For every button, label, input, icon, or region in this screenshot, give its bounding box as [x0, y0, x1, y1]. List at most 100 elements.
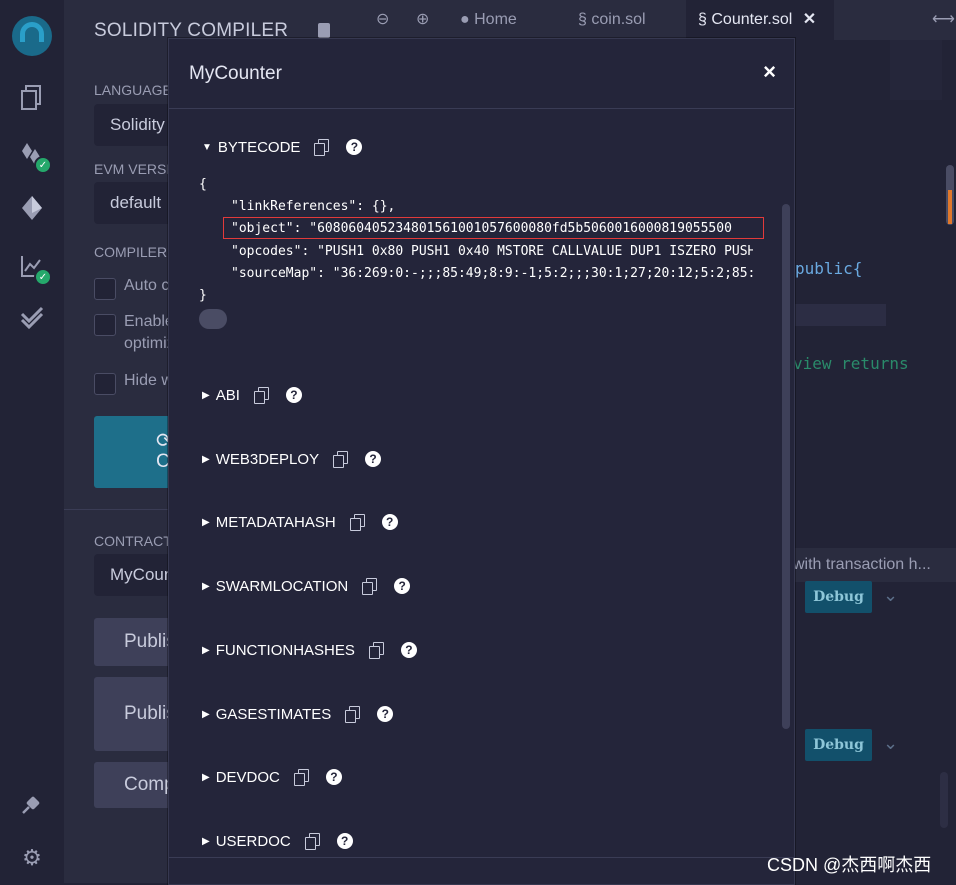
help-icon[interactable]: ?: [377, 706, 394, 722]
section-bytecode[interactable]: ▼ BYTECODE ?: [202, 134, 363, 160]
check-icon: ✓: [34, 268, 52, 286]
code-view-returns: view returns: [793, 354, 909, 373]
zoom-in-icon[interactable]: ⊕: [416, 0, 429, 40]
check-icon: ✓: [34, 156, 52, 174]
copy-icon[interactable]: [253, 387, 269, 404]
tab-home[interactable]: ● Home: [460, 0, 517, 40]
test-double-check-icon[interactable]: [18, 304, 46, 332]
copy-icon[interactable]: [333, 451, 349, 468]
section-label: WEB3DEPLOY: [215, 450, 320, 468]
section-label: USERDOC: [215, 832, 291, 850]
copy-icon[interactable]: [304, 833, 320, 850]
tab-coin[interactable]: § coin.sol: [578, 0, 646, 40]
code-line-highlight: [793, 304, 886, 326]
section-label: METADATAHASH: [215, 513, 336, 531]
copy-icon[interactable]: [349, 514, 365, 531]
section-gasestimates[interactable]: ▶ GASESTIMATES ?: [202, 701, 394, 727]
icon-rail: ✓ ✓ ⚙: [0, 0, 65, 883]
caret-right-icon: ▶: [202, 516, 210, 528]
caret-right-icon: ▶: [202, 835, 210, 847]
copy-icon[interactable]: [368, 642, 384, 659]
bytecode-json-close: }: [199, 288, 207, 303]
json-collapse-toggle[interactable]: [199, 309, 227, 329]
section-label: BYTECODE: [217, 138, 301, 156]
bytecode-json-open: {: [199, 177, 207, 192]
close-icon[interactable]: ×: [763, 59, 776, 85]
object-highlight-box: [223, 217, 764, 239]
optimization-checkbox[interactable]: [94, 314, 116, 336]
help-icon[interactable]: ?: [400, 642, 417, 658]
terminal-scrollbar[interactable]: [940, 772, 948, 828]
help-icon[interactable]: ?: [285, 387, 302, 403]
compiler-config-label: COMPILER: [94, 244, 168, 260]
section-label: FUNCTIONHASHES: [215, 641, 355, 659]
settings-gear-icon[interactable]: ⚙: [18, 844, 46, 872]
solidity-compiler-icon[interactable]: ✓: [18, 140, 52, 174]
solidity-file-icon: §: [578, 11, 587, 28]
section-userdoc[interactable]: ▶ USERDOC ?: [202, 828, 353, 854]
zoom-out-icon[interactable]: ⊖: [376, 0, 389, 40]
section-label: ABI: [215, 386, 240, 404]
analysis-icon[interactable]: ✓: [18, 252, 52, 286]
help-icon[interactable]: ?: [394, 578, 411, 594]
debug-button[interactable]: Debug: [805, 729, 872, 761]
file-explorer-icon[interactable]: [18, 84, 46, 112]
copy-icon[interactable]: [362, 578, 378, 595]
watermark: CSDN @杰西啊杰西: [767, 855, 932, 875]
chevron-down-icon[interactable]: ⌄: [883, 733, 898, 754]
caret-down-icon: ▼: [202, 141, 212, 153]
tab-bar: ⊖ ⊕ ● Home § coin.sol § Counter.sol ✕ ⟷: [364, 0, 956, 40]
deploy-run-icon[interactable]: [18, 194, 46, 222]
help-icon[interactable]: ?: [381, 514, 398, 530]
modal-title: MyCounter: [189, 63, 282, 84]
copy-icon[interactable]: [345, 706, 361, 723]
modal-header: MyCounter ×: [169, 39, 794, 109]
bytecode-json-line: "opcodes": "PUSH1 0x80 PUSH1 0x40 MSTORE…: [231, 244, 753, 259]
enable-label: Enable: [124, 313, 174, 330]
debug-button[interactable]: Debug: [805, 581, 872, 613]
section-web3deploy[interactable]: ▶ WEB3DEPLOY ?: [202, 446, 382, 472]
contract-label: CONTRACT: [94, 533, 172, 549]
section-metadatahash[interactable]: ▶ METADATAHASH ?: [202, 509, 398, 535]
section-functionhashes[interactable]: ▶ FUNCTIONHASHES ?: [202, 637, 417, 663]
documentation-icon[interactable]: [318, 23, 330, 38]
section-swarmlocation[interactable]: ▶ SWARMLOCATION ?: [202, 573, 411, 599]
home-icon: ●: [460, 11, 470, 28]
hide-warnings-checkbox[interactable]: [94, 373, 116, 395]
help-icon[interactable]: ?: [336, 833, 353, 849]
caret-right-icon: ▶: [202, 389, 210, 401]
section-label: DEVDOC: [215, 768, 280, 786]
minimap: [890, 40, 942, 100]
help-icon[interactable]: ?: [325, 769, 342, 785]
copy-icon[interactable]: [293, 769, 309, 786]
modal-scrollbar[interactable]: [782, 204, 790, 729]
help-icon[interactable]: ?: [346, 139, 363, 155]
solidity-file-icon: §: [698, 11, 707, 28]
terminal-text: with transaction h...: [793, 556, 931, 573]
modal-footer-divider: [169, 857, 794, 858]
auto-compile-checkbox[interactable]: [94, 278, 116, 300]
caret-right-icon: ▶: [202, 644, 210, 656]
caret-right-icon: ▶: [202, 771, 210, 783]
caret-right-icon: ▶: [202, 708, 210, 720]
bytecode-json-line: "linkReferences": {},: [231, 199, 396, 214]
section-abi[interactable]: ▶ ABI ?: [202, 382, 302, 408]
section-devdoc[interactable]: ▶ DEVDOC ?: [202, 764, 342, 790]
expand-icon[interactable]: ⟷: [932, 0, 955, 40]
bytecode-json-line: "sourceMap": "36:269:0:-;;;85:49;8:9:-1;…: [231, 266, 753, 281]
copy-icon[interactable]: [314, 139, 330, 156]
tab-counter[interactable]: § Counter.sol ✕: [686, 0, 834, 40]
section-label: GASESTIMATES: [215, 705, 332, 723]
tab-coin-label: coin.sol: [591, 11, 646, 28]
plugin-icon[interactable]: [18, 790, 46, 818]
tab-counter-label: Counter.sol: [711, 11, 793, 28]
close-tab-icon[interactable]: ✕: [803, 11, 816, 28]
chevron-down-icon[interactable]: ⌄: [883, 585, 898, 606]
tab-home-label: Home: [474, 11, 517, 28]
help-icon[interactable]: ?: [365, 451, 382, 467]
editor-scroll-marker: [948, 190, 952, 224]
compilation-details-modal: MyCounter × ▼ BYTECODE ? { "linkReferenc…: [168, 38, 795, 885]
section-label: SWARMLOCATION: [215, 577, 349, 595]
remix-logo-icon[interactable]: [8, 12, 56, 60]
caret-right-icon: ▶: [202, 580, 210, 592]
